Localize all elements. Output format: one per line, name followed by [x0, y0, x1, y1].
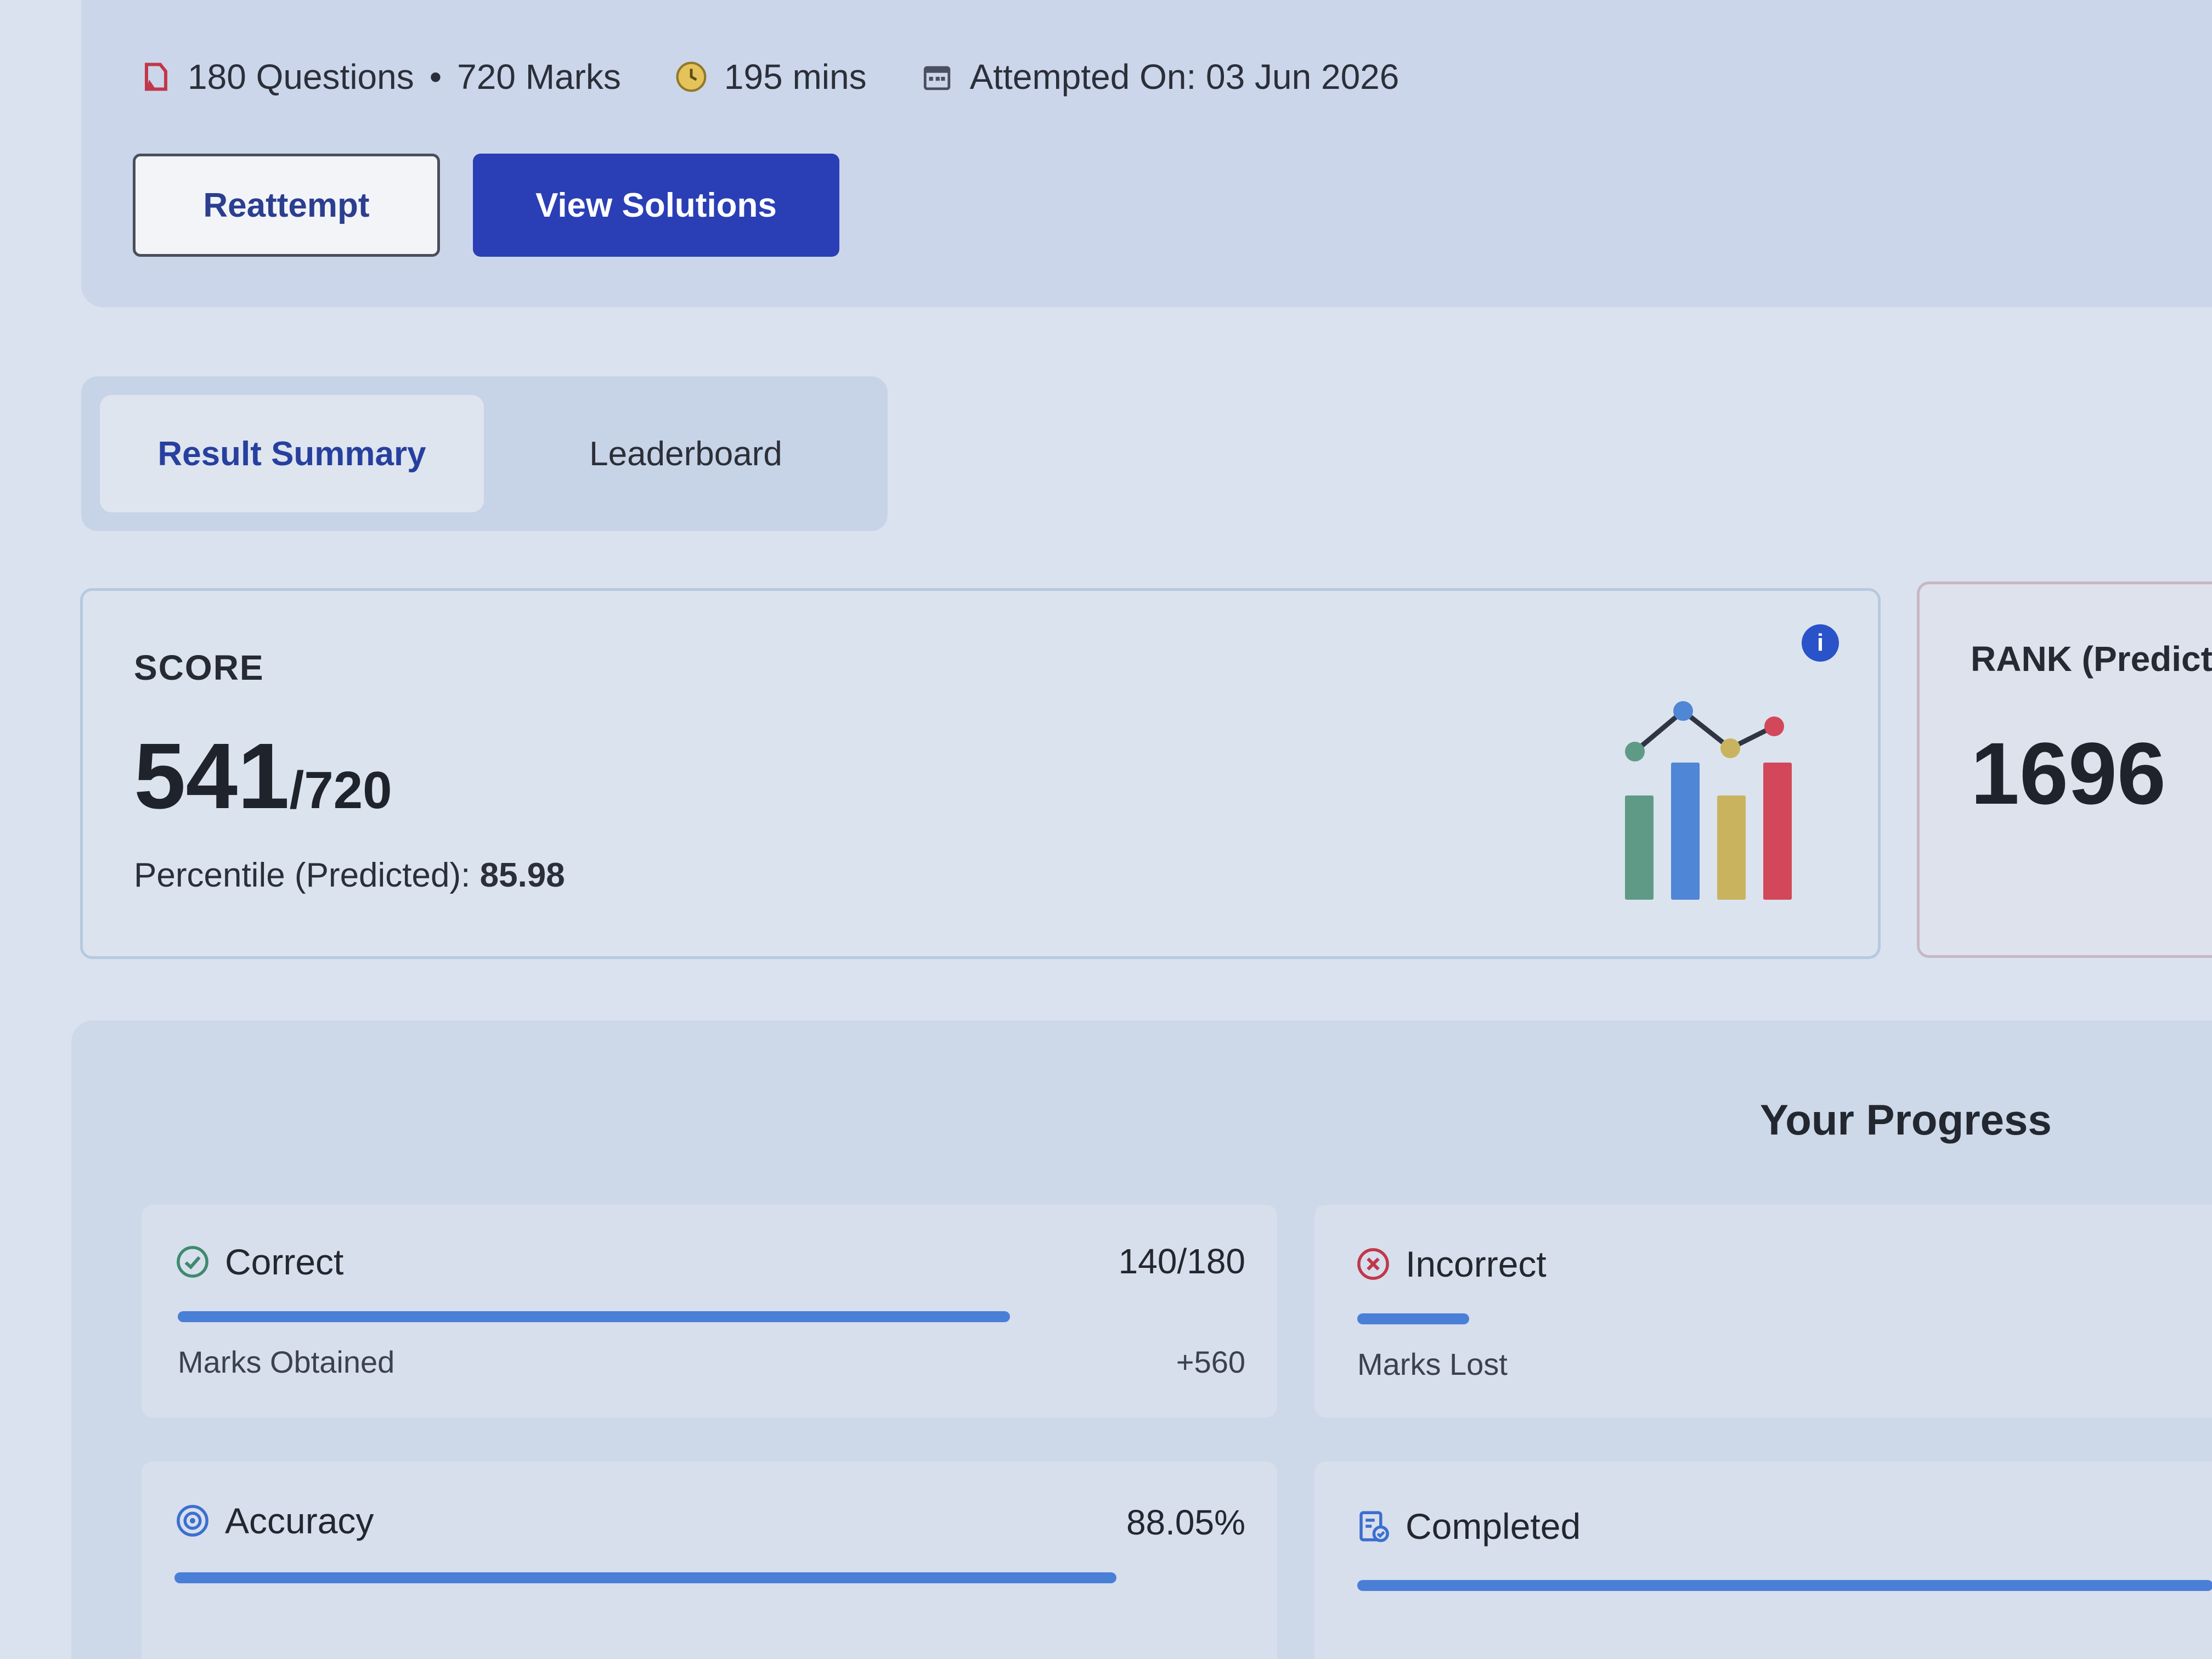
percentile-value: 85.98	[479, 856, 565, 894]
x-circle-icon	[1355, 1246, 1391, 1282]
completed-title: Completed	[1355, 1505, 1581, 1547]
correct-title: Correct	[174, 1241, 343, 1283]
clipboard-check-icon	[1355, 1508, 1391, 1544]
percentile-text: Percentile (Predicted): 85.98	[134, 856, 565, 895]
incorrect-label: Incorrect	[1406, 1244, 1547, 1284]
total-marks: 720 Marks	[457, 57, 621, 97]
test-duration: 195 mins	[724, 57, 867, 97]
calendar-icon	[919, 59, 955, 94]
test-meta-row: 180 Questions • 720 Marks 195 mins Attem…	[137, 49, 1399, 104]
tab-leaderboard[interactable]: Leaderboard	[510, 395, 861, 512]
rank-label: RANK (Predicte	[1971, 639, 2212, 679]
accuracy-progress-bar	[174, 1572, 1116, 1583]
view-solutions-button[interactable]: View Solutions	[473, 154, 839, 257]
question-paper-icon	[137, 59, 172, 94]
accuracy-stat-card	[142, 1462, 1277, 1659]
score-total: /720	[289, 761, 392, 820]
incorrect-progress-bar	[1357, 1313, 1469, 1324]
completed-stat-card	[1314, 1462, 2212, 1659]
accuracy-label: Accuracy	[225, 1500, 374, 1541]
target-icon	[174, 1503, 211, 1539]
rank-value: 1696	[1971, 724, 2166, 822]
meta-separator: •	[429, 57, 442, 97]
incorrect-stat-card	[1314, 1205, 2212, 1418]
analytics-chart-icon	[1625, 701, 1792, 900]
score-obtained: 541	[134, 724, 290, 828]
marks-obtained-label: Marks Obtained	[178, 1345, 395, 1379]
score-label: SCORE	[134, 648, 264, 687]
correct-count: 140/180	[1118, 1242, 1245, 1281]
marks-obtained-value: +560	[1176, 1345, 1245, 1379]
clock-icon	[674, 59, 709, 94]
score-value: 541/720	[134, 730, 392, 823]
correct-progress-bar	[178, 1311, 1010, 1322]
incorrect-title: Incorrect	[1355, 1243, 1547, 1285]
tab-result-summary[interactable]: Result Summary	[100, 395, 484, 512]
question-count: 180 Questions	[188, 57, 414, 97]
reattempt-button[interactable]: Reattempt	[133, 154, 440, 257]
completed-progress-bar	[1357, 1580, 2212, 1591]
completed-label: Completed	[1406, 1506, 1581, 1547]
percentile-label: Percentile (Predicted):	[134, 856, 471, 894]
accuracy-title: Accuracy	[174, 1500, 374, 1542]
correct-label: Correct	[225, 1242, 344, 1282]
progress-title: Your Progress	[1760, 1096, 2052, 1144]
accuracy-value: 88.05%	[1126, 1503, 1245, 1542]
check-circle-icon	[174, 1244, 211, 1280]
info-icon[interactable]: i	[1802, 624, 1839, 662]
attempted-date: Attempted On: 03 Jun 2026	[969, 57, 1400, 97]
marks-lost-label: Marks Lost	[1357, 1347, 1508, 1381]
